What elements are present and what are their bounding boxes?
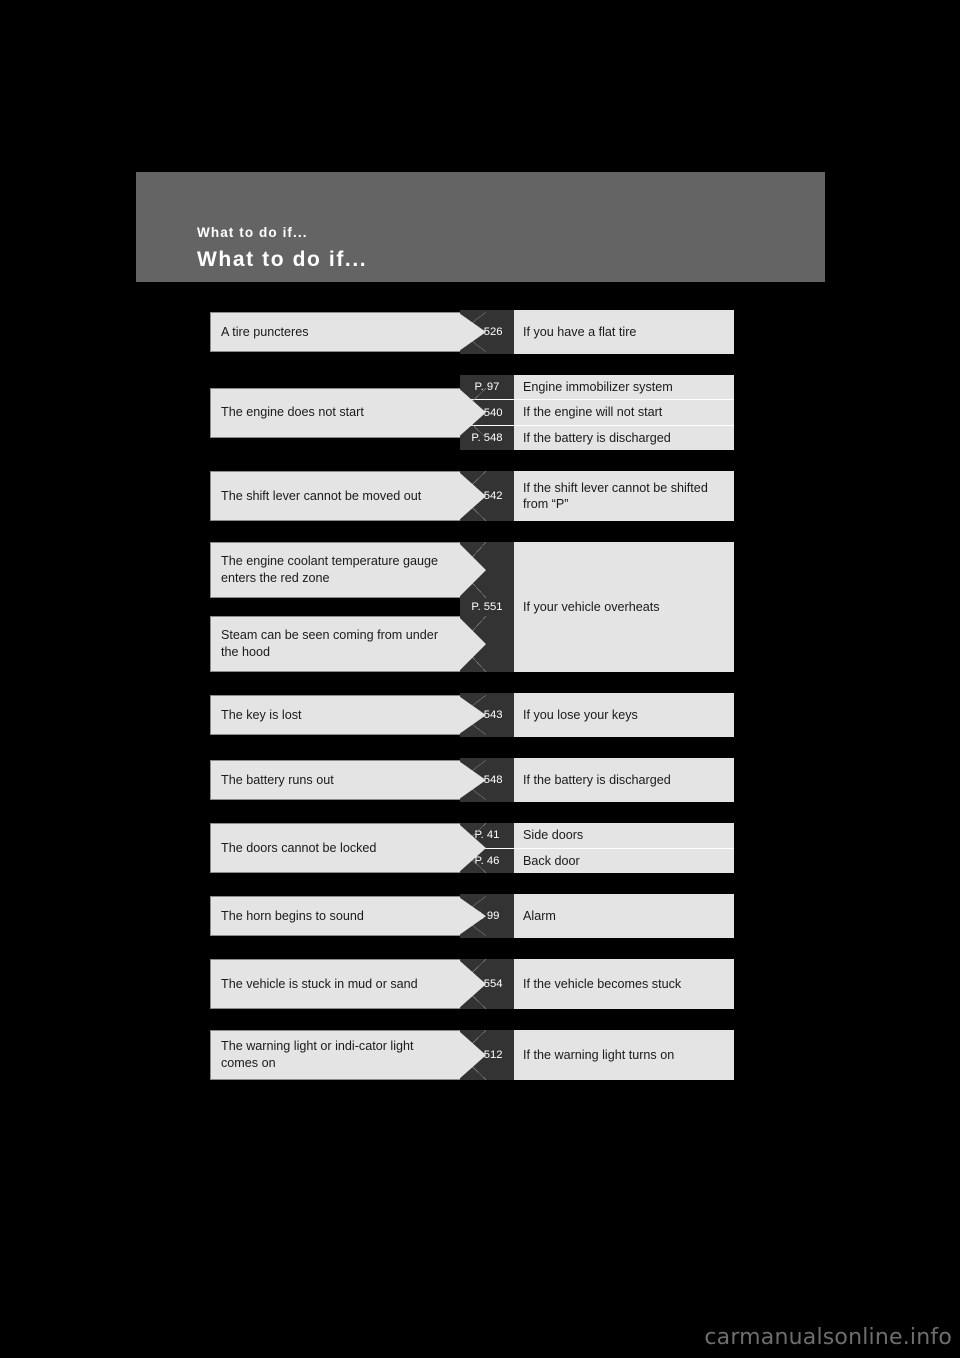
- arrow-point-icon: [460, 760, 486, 801]
- description[interactable]: If the warning light turns on: [514, 1030, 734, 1080]
- site-watermark: carmanualsonline.info: [704, 1325, 952, 1350]
- description[interactable]: If the battery is discharged: [514, 424, 734, 450]
- cause-label: The engine coolant temperature gauge ent…: [221, 554, 439, 586]
- cause-label: The doors cannot be locked: [221, 840, 377, 855]
- cause-chip[interactable]: The battery runs out: [210, 760, 486, 801]
- cause-label: The shift lever cannot be moved out: [221, 488, 422, 503]
- description[interactable]: If you lose your keys: [514, 693, 734, 737]
- description[interactable]: If the engine will not start: [514, 399, 734, 424]
- description-column: If the shift lever cannot be shifted fro…: [514, 471, 734, 522]
- table-row: The key is lost P. 543 If you lose your …: [210, 693, 734, 738]
- cause-column: The warning light or indi-cator light co…: [210, 1030, 486, 1081]
- cause-column: The battery runs out: [210, 758, 486, 802]
- page-title: What to do if...: [197, 248, 368, 271]
- table-row: A tire puncteres P. 526 If you have a fl…: [210, 310, 734, 354]
- description-column: Side doors Back door: [514, 823, 734, 874]
- cause-column: The key is lost: [210, 693, 486, 737]
- description-column: Engine immobilizer system If the engine …: [514, 375, 734, 451]
- cause-chip[interactable]: A tire puncteres: [210, 312, 486, 352]
- cause-column: The horn begins to sound: [210, 894, 486, 938]
- description[interactable]: If your vehicle overheats: [514, 542, 734, 672]
- description-column: If you lose your keys: [514, 693, 734, 738]
- cause-label: The battery runs out: [221, 772, 334, 787]
- cause-chip[interactable]: The key is lost: [210, 695, 486, 736]
- arrow-point-icon: [460, 616, 486, 673]
- cause-chip[interactable]: The engine does not start: [210, 387, 486, 438]
- cause-label: Steam can be seen coming from under the …: [221, 628, 439, 660]
- table-row: The engine does not start P. 97 P. 540 P…: [210, 375, 734, 451]
- arrow-point-icon: [460, 695, 486, 736]
- cause-label: The horn begins to sound: [221, 908, 364, 923]
- description-column: Alarm: [514, 894, 734, 939]
- description[interactable]: If the shift lever cannot be shifted fro…: [514, 471, 734, 521]
- arrow-point-icon: [460, 959, 486, 1010]
- cause-chip[interactable]: The engine coolant temperature gauge ent…: [210, 542, 486, 599]
- cause-chip[interactable]: Steam can be seen coming from under the …: [210, 616, 486, 673]
- table-row: The horn begins to sound P. 99 Alarm: [210, 894, 734, 939]
- cause-label: The engine does not start: [221, 405, 364, 420]
- cause-chip[interactable]: The doors cannot be locked: [210, 823, 486, 874]
- arrow-point-icon: [460, 823, 486, 874]
- cause-chip[interactable]: The shift lever cannot be moved out: [210, 471, 486, 522]
- cause-column: The engine does not start: [210, 375, 486, 450]
- description-column: If the vehicle becomes stuck: [514, 959, 734, 1010]
- cause-chip[interactable]: The vehicle is stuck in mud or sand: [210, 959, 486, 1010]
- description[interactable]: If the vehicle becomes stuck: [514, 959, 734, 1009]
- description[interactable]: Alarm: [514, 894, 734, 938]
- cause-chip[interactable]: The horn begins to sound: [210, 896, 486, 937]
- description-column: If the warning light turns on: [514, 1030, 734, 1081]
- cause-column: The shift lever cannot be moved out: [210, 471, 486, 522]
- table-row: The warning light or indi-cator light co…: [210, 1030, 734, 1081]
- description-column: If the battery is discharged: [514, 758, 734, 803]
- description[interactable]: If you have a flat tire: [514, 310, 734, 354]
- cause-column: The vehicle is stuck in mud or sand: [210, 959, 486, 1010]
- cause-label: The vehicle is stuck in mud or sand: [221, 976, 418, 991]
- description[interactable]: Back door: [514, 847, 734, 874]
- page-header-band: What to do if... What to do if...: [136, 172, 825, 282]
- arrow-point-icon: [460, 387, 486, 438]
- cause-label: The key is lost: [221, 707, 302, 722]
- description[interactable]: If the battery is discharged: [514, 758, 734, 802]
- cause-column: A tire puncteres: [210, 310, 486, 354]
- description-column: If your vehicle overheats: [514, 542, 734, 673]
- table-row: The engine coolant temperature gauge ent…: [210, 542, 734, 673]
- arrow-point-icon: [460, 1030, 486, 1081]
- table-row: The vehicle is stuck in mud or sand P. 5…: [210, 959, 734, 1010]
- description[interactable]: Side doors: [514, 823, 734, 848]
- description[interactable]: Engine immobilizer system: [514, 375, 734, 399]
- cause-label: A tire puncteres: [221, 324, 309, 339]
- cause-chip[interactable]: The warning light or indi-cator light co…: [210, 1030, 486, 1081]
- arrow-point-icon: [460, 542, 486, 599]
- arrow-point-icon: [460, 471, 486, 522]
- description-column: If you have a flat tire: [514, 310, 734, 354]
- cause-label: The warning light or indi-cator light co…: [221, 1039, 414, 1071]
- cause-column: The engine coolant temperature gauge ent…: [210, 542, 486, 673]
- header-kicker: What to do if...: [197, 225, 308, 240]
- what-to-do-if-table: A tire puncteres P. 526 If you have a fl…: [210, 310, 734, 1081]
- table-row: The battery runs out P. 548 If the batte…: [210, 758, 734, 803]
- table-row: The doors cannot be locked P. 41 P. 46 S…: [210, 823, 734, 874]
- arrow-point-icon: [460, 896, 486, 937]
- cause-column: The doors cannot be locked: [210, 823, 486, 874]
- table-row: The shift lever cannot be moved out P. 5…: [210, 471, 734, 522]
- arrow-point-icon: [460, 312, 486, 352]
